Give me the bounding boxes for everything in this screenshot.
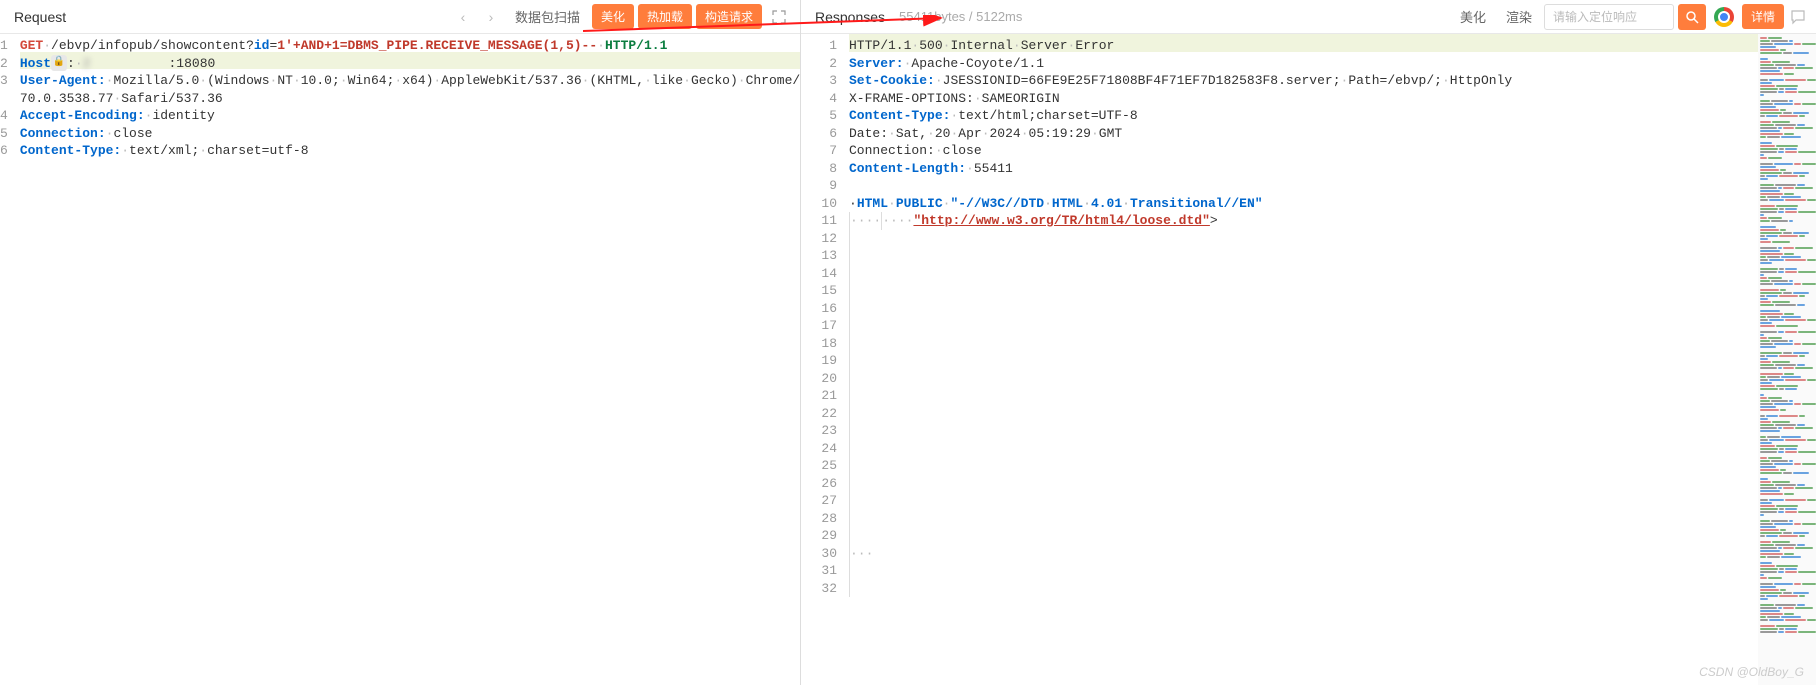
response-header: Responses 55411bytes / 5122ms 美化 渲染 详情 xyxy=(801,0,1816,34)
request-panel: Request ‹ › 数据包扫描 美化 热加载 构造请求 123 456 GE… xyxy=(0,0,801,685)
request-gutter: 123 456 xyxy=(0,34,20,685)
packet-scan-button[interactable]: 数据包扫描 xyxy=(507,3,588,30)
search-button[interactable] xyxy=(1678,4,1706,30)
render-button[interactable]: 渲染 xyxy=(1498,3,1540,30)
response-lines: HTTP/1.1·500·Internal·Server·ErrorServer… xyxy=(849,34,1816,685)
chat-icon[interactable] xyxy=(1788,7,1808,27)
beautify-button[interactable]: 美化 xyxy=(592,4,634,29)
hotload-button[interactable]: 热加载 xyxy=(638,4,692,29)
response-panel: Responses 55411bytes / 5122ms 美化 渲染 详情 1… xyxy=(801,0,1816,685)
watermark: CSDN @OldBoy_G xyxy=(1699,665,1804,679)
response-search-input[interactable] xyxy=(1544,4,1674,30)
next-button[interactable]: › xyxy=(479,5,503,29)
detail-button[interactable]: 详情 xyxy=(1742,4,1784,29)
response-code-area[interactable]: 1234567891011121314151617181920212223242… xyxy=(801,34,1816,685)
minimap[interactable] xyxy=(1758,34,1816,685)
beautify-response-button[interactable]: 美化 xyxy=(1452,3,1494,30)
response-meta: 55411bytes / 5122ms xyxy=(895,9,1022,24)
chrome-icon[interactable] xyxy=(1714,7,1734,27)
response-title: Responses xyxy=(809,9,891,25)
construct-request-button[interactable]: 构造请求 xyxy=(696,4,762,29)
request-title: Request xyxy=(8,9,72,25)
response-gutter: 1234567891011121314151617181920212223242… xyxy=(801,34,849,685)
request-lines: GET·/ebvp/infopub/showcontent?id=1'+AND+… xyxy=(20,34,800,685)
request-code-area[interactable]: 123 456 GET·/ebvp/infopub/showcontent?id… xyxy=(0,34,800,685)
request-header: Request ‹ › 数据包扫描 美化 热加载 构造请求 xyxy=(0,0,800,34)
prev-button[interactable]: ‹ xyxy=(451,5,475,29)
expand-icon[interactable] xyxy=(766,4,792,30)
